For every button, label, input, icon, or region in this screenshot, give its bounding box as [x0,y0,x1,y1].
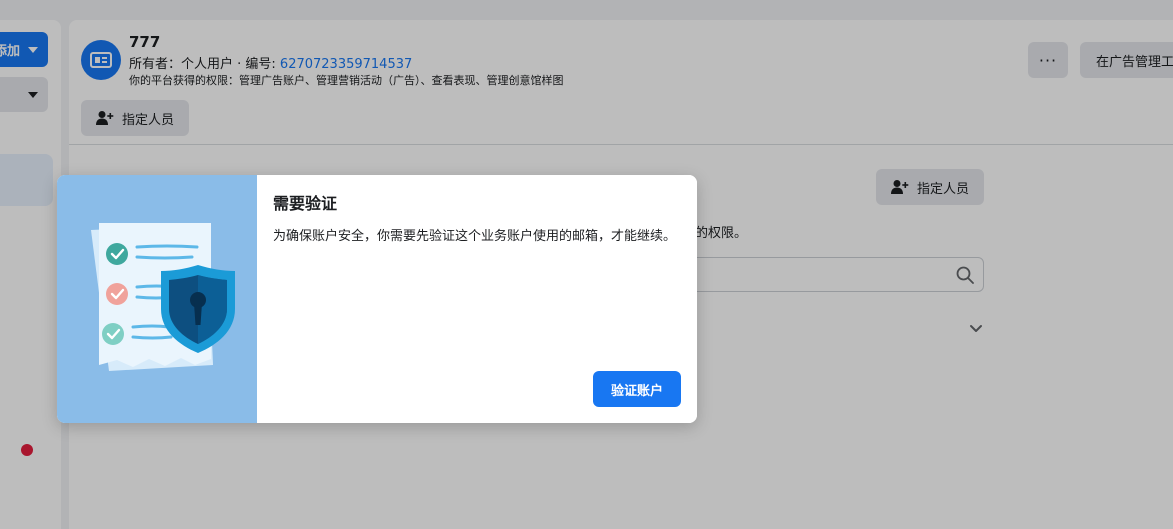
dialog-title: 需要验证 [273,194,338,213]
dialog-content: 需要验证 为确保账户安全，你需要先验证这个业务账户使用的邮箱，才能继续。 验证账… [257,175,697,423]
dialog-message: 为确保账户安全，你需要先验证这个业务账户使用的邮箱，才能继续。 [273,229,677,244]
verification-dialog: 需要验证 为确保账户安全，你需要先验证这个业务账户使用的邮箱，才能继续。 验证账… [57,175,697,423]
verify-account-button[interactable]: 验证账户 [593,371,681,407]
security-illustration [57,175,257,423]
